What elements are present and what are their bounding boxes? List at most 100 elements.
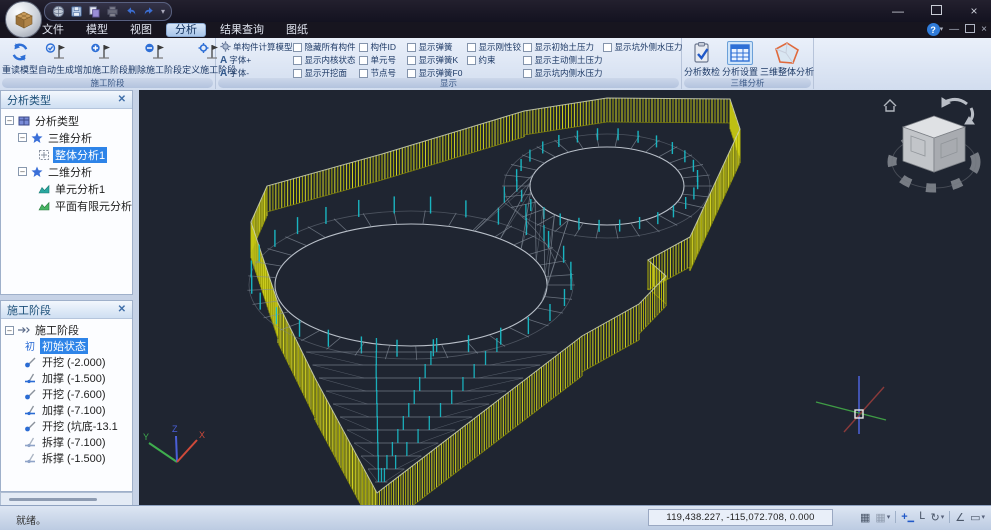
checkbox-box[interactable]	[292, 42, 302, 52]
ortho-icon[interactable]: L	[919, 511, 926, 523]
checkbox-box[interactable]	[358, 42, 368, 52]
tree-item-开挖 (-2.000)[interactable]: 开挖 (-2.000)	[1, 354, 132, 370]
mdi-close-button[interactable]: ×	[981, 24, 987, 35]
ribbon-button-自动生成[interactable]: 自动生成	[38, 40, 74, 77]
tree-item-加撑 (-7.100)[interactable]: 加撑 (-7.100)	[1, 402, 132, 418]
tree-expander-icon[interactable]: –	[18, 133, 27, 142]
checkbox-box[interactable]	[406, 55, 416, 65]
tree-expander-icon[interactable]: –	[5, 116, 14, 125]
checkbox-显示初始土压力[interactable]: 显示初始土压力	[522, 41, 603, 53]
checkbox-box[interactable]	[292, 68, 302, 78]
minimize-button[interactable]: —	[887, 4, 909, 18]
mdi-restore-button[interactable]	[965, 23, 976, 36]
menu-tab-模型[interactable]: 模型	[78, 23, 116, 37]
rotate-dropdown-icon[interactable]: ↻ ▾	[930, 511, 944, 524]
checkbox-显示坑外侧水压力[interactable]: 显示坑外侧水压力	[602, 41, 689, 53]
tree-item-label: 加撑 (-7.100)	[42, 405, 106, 417]
panel-horizontal-scrollbar[interactable]	[0, 492, 133, 506]
tree-item-label: 开挖 (坑底-13.1	[42, 421, 118, 433]
ribbon-button-三维整体分析[interactable]: 三维整体分析	[760, 40, 814, 77]
menu-tab-图纸[interactable]: 图纸	[278, 23, 316, 37]
ribbon-button-增加施工阶段[interactable]: 增加施工阶段	[74, 40, 128, 77]
app-logo-icon	[14, 11, 33, 28]
grid-faint-dropdown-icon[interactable]: ▦ ▾	[875, 511, 890, 524]
checkbox-显示弹簧[interactable]: 显示弹簧	[406, 41, 467, 53]
checkbox-显示主动侧土压力[interactable]: 显示主动侧土压力	[522, 54, 603, 66]
tree-expander-icon[interactable]: –	[18, 167, 27, 176]
status-bar: 就绪。 119,438.227, -115,072.708, 0.000 ▦ ▦ ▾…	[0, 505, 991, 530]
menu-tab-分析[interactable]: 分析	[166, 23, 206, 37]
checkbox-box[interactable]	[466, 42, 476, 52]
checkbox-显示刚性铰[interactable]: 显示刚性铰	[466, 41, 523, 53]
tree-item-拆撑 (-7.100)[interactable]: 拆撑 (-7.100)	[1, 434, 132, 450]
dynamic-input-icon[interactable]: +▁	[901, 511, 914, 523]
tree-item-平面有限元分析[interactable]: 平面有限元分析	[1, 197, 132, 214]
tree-item-加撑 (-1.500)[interactable]: 加撑 (-1.500)	[1, 370, 132, 386]
ribbon-button-删除施工阶段[interactable]: 删除施工阶段	[128, 40, 182, 77]
sphere-icon[interactable]	[51, 4, 66, 19]
redo-icon[interactable]	[141, 4, 156, 19]
tree-item-拆撑 (-1.500)[interactable]: 拆撑 (-1.500)	[1, 450, 132, 466]
tree-expander-icon[interactable]: –	[5, 325, 14, 335]
tree-item-开挖 (坑底-13.1[interactable]: 开挖 (坑底-13.1	[1, 418, 132, 434]
checkbox-约束[interactable]: 约束	[466, 54, 523, 66]
checkbox-box[interactable]	[358, 55, 368, 65]
print-gray-icon[interactable]	[105, 4, 120, 19]
grid-icon[interactable]: ▦	[860, 511, 870, 524]
scrollbar-thumb[interactable]	[9, 498, 97, 501]
group-label: 施工阶段	[2, 78, 213, 88]
remove-strut-icon	[24, 436, 37, 448]
undo-icon[interactable]	[123, 4, 138, 19]
help-button[interactable]: ? ▾	[926, 23, 944, 36]
tree-item-开挖 (-7.600)[interactable]: 开挖 (-7.600)	[1, 386, 132, 402]
tree-item-二维分析[interactable]: – 二维分析	[1, 163, 132, 180]
ribbon-tool-字体+[interactable]: A 字体+	[220, 54, 293, 66]
ribbon-button-分析设置[interactable]: 分析设置	[722, 40, 758, 77]
tool-label: 字体+	[229, 55, 252, 65]
checkbox-显示内核状态[interactable]: 显示内核状态	[292, 54, 359, 66]
ribbon-button-分析数检[interactable]: 分析数检	[684, 40, 720, 77]
save-icon[interactable]	[69, 4, 84, 19]
checkbox-box[interactable]	[406, 42, 416, 52]
menu-tab-结果查询[interactable]: 结果查询	[212, 23, 272, 37]
3d-viewport[interactable]: YZX	[139, 90, 991, 506]
tree-item-label: 加撑 (-1.500)	[42, 373, 106, 385]
copy-icon[interactable]	[87, 4, 102, 19]
tree-item-单元分析1[interactable]: 单元分析1	[1, 180, 132, 197]
checkbox-单元号[interactable]: 单元号	[358, 54, 407, 66]
ribbon-tool-单构件计算模型[interactable]: 单构件计算模型	[220, 40, 293, 53]
close-button[interactable]: ×	[963, 4, 985, 18]
menu-tab-视图[interactable]: 视图	[122, 23, 160, 37]
checkbox-构件ID[interactable]: 构件ID	[358, 41, 407, 53]
checkbox-box[interactable]	[292, 55, 302, 65]
checkbox-box[interactable]	[522, 42, 532, 52]
checkbox-box[interactable]	[358, 68, 368, 78]
angle-icon[interactable]: ∠	[955, 511, 965, 524]
checkbox-box[interactable]	[466, 55, 476, 65]
tree-item-整体分析1[interactable]: 整体分析1	[1, 146, 132, 163]
checkbox-label: 显示内核状态	[304, 55, 356, 65]
checkbox-box[interactable]	[522, 68, 532, 78]
panel-close-icon[interactable]: ✕	[118, 304, 126, 315]
maximize-button[interactable]	[925, 4, 947, 18]
tree-item-施工阶段[interactable]: – 施工阶段	[1, 322, 132, 338]
help-dropdown-icon[interactable]: ▾	[940, 25, 944, 35]
mdi-minimize-button[interactable]: —	[949, 24, 959, 35]
qat-dropdown-icon[interactable]: ▾	[161, 7, 165, 16]
checkbox-显示弹簧K[interactable]: 显示弹簧K	[406, 54, 467, 66]
tree-item-三维分析[interactable]: – 三维分析	[1, 129, 132, 146]
rect-dropdown-icon[interactable]: ▭ ▾	[970, 511, 985, 524]
panel-close-icon[interactable]: ✕	[118, 94, 126, 105]
tree-item-分析类型[interactable]: – 分析类型	[1, 112, 132, 129]
checkbox-box[interactable]	[522, 55, 532, 65]
checkbox-box[interactable]	[406, 68, 416, 78]
ribbon-button-重读模型[interactable]: 重读模型	[2, 40, 38, 77]
select-box-icon	[37, 149, 50, 161]
app-logo-button[interactable]	[5, 1, 42, 38]
checkbox-column: 构件ID 单元号 节点号	[358, 41, 407, 78]
construction-stage-tree: – 施工阶段初初始状态 开挖 (-2.000) 加撑 (-1.500) 开挖 (-7.6…	[1, 319, 132, 466]
checkbox-隐藏所有构件[interactable]: 隐藏所有构件	[292, 41, 359, 53]
excavate-icon	[24, 388, 37, 400]
tree-item-初始状态[interactable]: 初初始状态	[1, 338, 132, 354]
checkbox-box[interactable]	[602, 42, 612, 52]
